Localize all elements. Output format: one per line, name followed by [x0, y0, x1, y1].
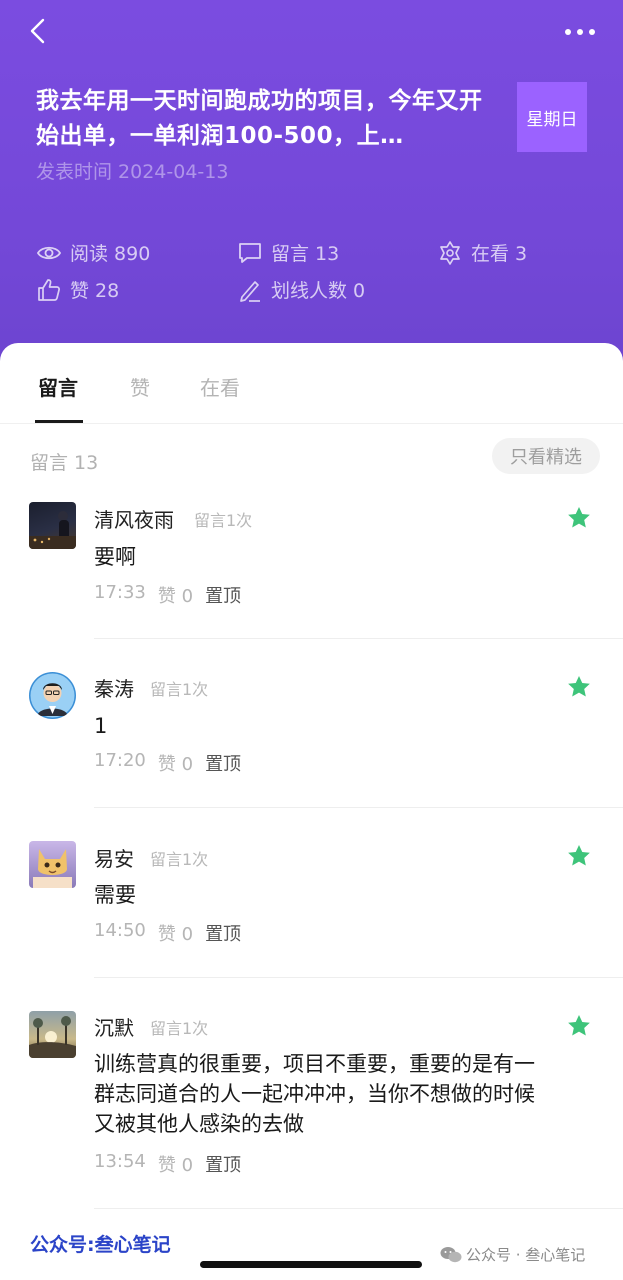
- watermark-right: 公众号 · 叁心笔记: [440, 1244, 585, 1265]
- star-icon[interactable]: [566, 1013, 592, 1039]
- like-count: 赞 28: [36, 276, 119, 303]
- flower-icon: [440, 240, 460, 265]
- more-options-icon[interactable]: [563, 22, 597, 42]
- comment-meta: 14:50 赞 0 置顶: [94, 920, 241, 946]
- underline-count: 划线人数 0: [237, 276, 365, 303]
- star-icon[interactable]: [566, 674, 592, 700]
- tab-watching[interactable]: 在看: [200, 372, 240, 401]
- cartoon-cat-avatar-icon: [33, 849, 72, 888]
- avatar[interactable]: [29, 1011, 76, 1058]
- comment-meta: 17:33 赞 0 置顶: [94, 582, 241, 608]
- comment-meta: 13:54 赞 0 置顶: [94, 1151, 241, 1177]
- eye-icon: [36, 246, 62, 259]
- watching-count: 在看 3: [437, 239, 527, 266]
- pin-button[interactable]: 置顶: [205, 1151, 241, 1177]
- comment-time: 13:54: [94, 1151, 146, 1172]
- comment-likes[interactable]: 赞 0: [158, 750, 193, 776]
- pin-button[interactable]: 置顶: [205, 750, 241, 776]
- back-arrow-icon[interactable]: [24, 16, 54, 46]
- comments-panel: [0, 343, 623, 1280]
- comment-author[interactable]: 秦涛: [94, 673, 134, 702]
- tab-comments[interactable]: 留言: [38, 372, 78, 401]
- comment-text: 训练营真的很重要，项目不重要，重要的是有一群志同道合的人一起冲冲冲，当你不想做的…: [94, 1052, 535, 1136]
- thumbs-up-icon: [38, 278, 60, 301]
- person-avatar-icon: [30, 673, 75, 718]
- tabs-divider: [0, 423, 623, 424]
- landscape-avatar-icon: [29, 1016, 76, 1058]
- pin-button[interactable]: 置顶: [205, 582, 241, 608]
- star-icon[interactable]: [566, 843, 592, 869]
- comment-divider: [94, 638, 623, 639]
- pin-button[interactable]: 置顶: [205, 920, 241, 946]
- comment-likes[interactable]: 赞 0: [158, 920, 193, 946]
- comment-bubble-icon: [239, 242, 261, 263]
- comment-divider: [94, 1208, 623, 1209]
- watermark-left: 公众号:叁心笔记: [30, 1234, 171, 1256]
- night-scene-avatar-icon: [29, 511, 76, 549]
- home-indicator[interactable]: [200, 1261, 422, 1268]
- comment-count-tag: 留言1次: [194, 511, 253, 530]
- comment-meta: 17:20 赞 0 置顶: [94, 750, 241, 776]
- avatar[interactable]: [29, 841, 76, 888]
- watching-count-label: 在看 3: [471, 243, 528, 265]
- comment-text: 要啊: [94, 545, 136, 569]
- comment-count-label: 留言 13: [271, 243, 340, 265]
- comment-likes[interactable]: 赞 0: [158, 582, 193, 608]
- like-count-label: 赞 28: [70, 280, 120, 302]
- comment-author[interactable]: 沉默: [94, 1012, 134, 1041]
- comment-text: 需要: [94, 883, 136, 907]
- comment-text: 1: [94, 714, 108, 738]
- comment-count-tag: 留言1次: [150, 1019, 209, 1038]
- comment-likes[interactable]: 赞 0: [158, 1151, 193, 1177]
- star-icon[interactable]: [566, 505, 592, 531]
- avatar[interactable]: [29, 672, 76, 719]
- weekday-badge: 星期日: [517, 82, 587, 152]
- featured-only-button[interactable]: 只看精选: [492, 438, 600, 474]
- tab-likes[interactable]: 赞: [130, 372, 150, 401]
- wechat-icon: [440, 1246, 462, 1262]
- comment-author[interactable]: 清风夜雨: [94, 504, 174, 533]
- watermark-right-label: 公众号 · 叁心笔记: [466, 1246, 586, 1264]
- pen-icon: [240, 280, 260, 302]
- underline-count-label: 划线人数 0: [271, 280, 366, 302]
- comment-divider: [94, 977, 623, 978]
- comment-total-label: 留言 13: [30, 452, 99, 474]
- article-title: 我去年用一天时间跑成功的项目，今年又开始出单，一单利润100-500，上…: [36, 88, 483, 149]
- comment-count: 留言 13: [237, 239, 339, 266]
- read-count: 阅读 890: [36, 239, 150, 266]
- publish-time: 发表时间 2024-04-13: [36, 161, 229, 183]
- comment-count-tag: 留言1次: [150, 850, 209, 869]
- article-header: 我去年用一天时间跑成功的项目，今年又开始出单，一单利润100-500，上… 星期…: [0, 0, 623, 380]
- comment-time: 17:33: [94, 582, 146, 603]
- avatar[interactable]: [29, 502, 76, 549]
- comment-author[interactable]: 易安: [94, 843, 134, 872]
- comment-count-tag: 留言1次: [150, 680, 209, 699]
- comment-time: 17:20: [94, 750, 146, 771]
- comment-divider: [94, 807, 623, 808]
- comment-time: 14:50: [94, 920, 146, 941]
- read-count-label: 阅读 890: [70, 243, 151, 265]
